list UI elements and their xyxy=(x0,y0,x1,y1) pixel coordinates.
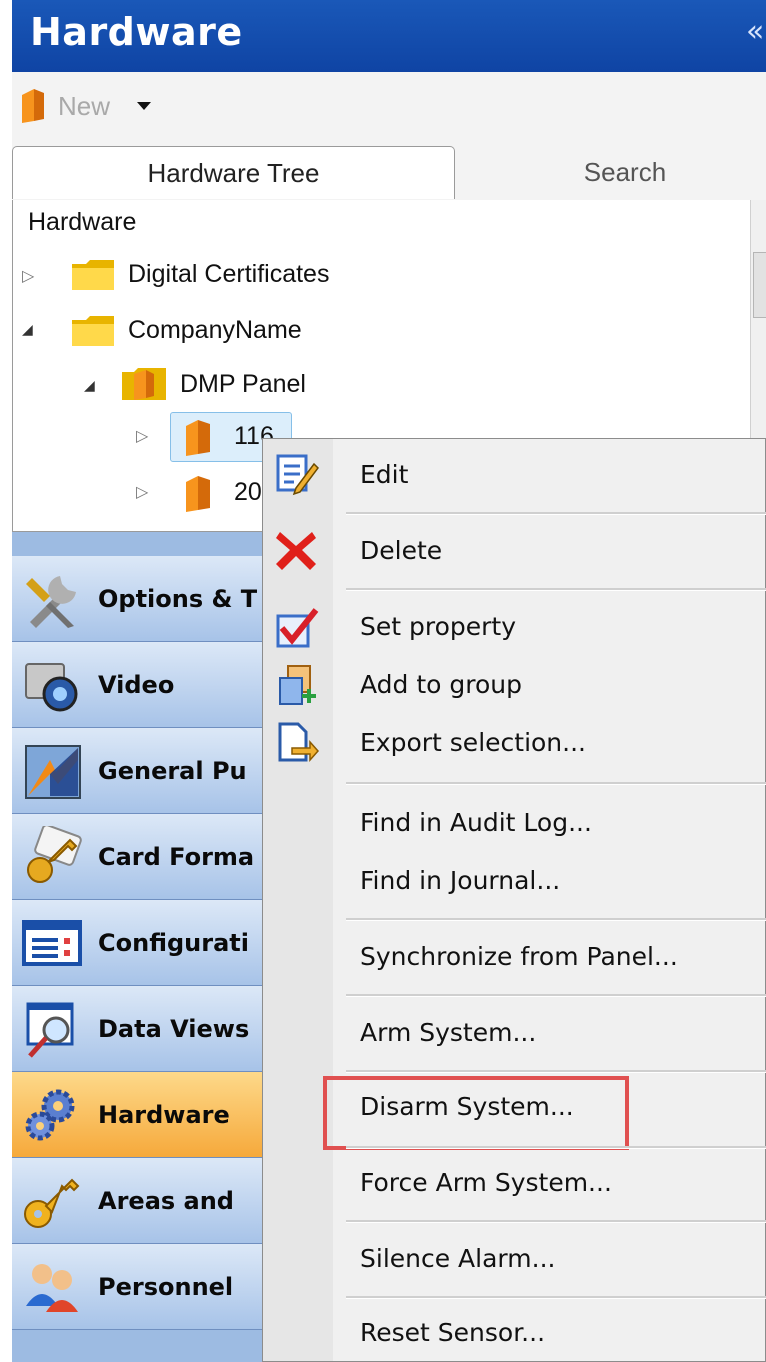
nav-item-video[interactable]: Video xyxy=(12,642,264,728)
menu-separator xyxy=(346,512,766,515)
nav-item-options[interactable]: Options & T xyxy=(12,556,264,642)
nav-item-label: Configurati xyxy=(98,928,249,957)
configuration-icon xyxy=(22,920,82,966)
nav-item-general-purpose[interactable]: General Pu xyxy=(12,728,264,814)
tree-item-20[interactable]: 20 xyxy=(234,478,262,507)
disarm-highlight-box xyxy=(323,1076,629,1150)
nav-item-label: Areas and xyxy=(98,1186,234,1215)
people-icon xyxy=(26,1264,78,1312)
menu-separator xyxy=(346,1146,766,1149)
menu-separator xyxy=(346,918,766,921)
gears-icon xyxy=(25,1089,75,1141)
menu-separator xyxy=(346,1070,766,1073)
context-menu xyxy=(262,438,766,1362)
scroll-thumb[interactable] xyxy=(753,252,766,318)
tab-search[interactable]: Search xyxy=(480,146,766,198)
delete-icon xyxy=(276,532,316,570)
collapse-panel-icon[interactable]: « xyxy=(746,14,764,49)
menu-item-find-journal[interactable]: Find in Journal... xyxy=(360,866,560,895)
nav-item-configuration[interactable]: Configurati xyxy=(12,900,264,986)
menu-separator xyxy=(346,1220,766,1223)
folder-icon xyxy=(72,316,114,346)
expand-arrow-icon[interactable]: ▷ xyxy=(22,266,34,285)
folder-icon xyxy=(72,260,114,290)
nav-item-label: Card Forma xyxy=(98,842,255,871)
nav-item-label: Video xyxy=(98,670,175,699)
menu-item-delete[interactable]: Delete xyxy=(360,536,442,565)
nav-item-label: Data Views xyxy=(98,1014,250,1043)
expand-arrow-icon[interactable]: ▷ xyxy=(136,426,148,445)
context-menu-icon-gutter xyxy=(263,439,333,1361)
camera-icon xyxy=(25,663,78,712)
new-button-label: New xyxy=(58,90,111,121)
nav-item-data-views[interactable]: Data Views xyxy=(12,986,264,1072)
tools-icon xyxy=(26,576,76,628)
panel-icon xyxy=(186,476,210,512)
panel-icon xyxy=(186,420,210,456)
caret-down-icon[interactable] xyxy=(134,100,154,112)
checkbox-icon xyxy=(276,608,319,648)
menu-item-synchronize-from-panel[interactable]: Synchronize from Panel... xyxy=(360,942,678,971)
nav-item-label: Personnel xyxy=(98,1272,234,1301)
menu-item-silence-alarm[interactable]: Silence Alarm... xyxy=(360,1244,555,1273)
menu-item-find-audit-log[interactable]: Find in Audit Log... xyxy=(360,808,592,837)
menu-separator xyxy=(346,588,766,591)
nav-item-card-formats[interactable]: Card Forma xyxy=(12,814,264,900)
nav-item-areas[interactable]: Areas and xyxy=(12,1158,264,1244)
data-views-icon xyxy=(26,1002,74,1058)
tree-item-companyname[interactable]: CompanyName xyxy=(128,316,302,345)
tree-item-digital-certificates[interactable]: Digital Certificates xyxy=(128,260,329,289)
panel-title: Hardware xyxy=(30,10,243,54)
panel-icon xyxy=(22,89,44,123)
tree-item-dmp-panel[interactable]: DMP Panel xyxy=(180,370,306,399)
menu-item-set-property[interactable]: Set property xyxy=(360,612,516,641)
tab-hardware-tree[interactable]: Hardware Tree xyxy=(12,146,455,199)
general-purpose-icon xyxy=(25,745,81,799)
card-key-icon xyxy=(27,826,82,883)
menu-item-add-to-group[interactable]: Add to group xyxy=(360,670,522,699)
nav-item-label: Options & T xyxy=(98,584,258,613)
expand-arrow-icon[interactable]: ▷ xyxy=(136,482,148,501)
nav-item-hardware[interactable]: Hardware xyxy=(12,1072,264,1158)
key-icon xyxy=(24,1178,80,1228)
menu-separator xyxy=(346,994,766,997)
menu-separator xyxy=(346,782,766,785)
export-icon xyxy=(278,722,320,762)
menu-item-reset-sensor[interactable]: Reset Sensor... xyxy=(360,1318,545,1347)
nav-item-label: General Pu xyxy=(98,756,247,785)
panel-group-icon xyxy=(122,368,166,400)
new-button[interactable]: New xyxy=(18,86,154,126)
edit-icon xyxy=(276,454,319,496)
menu-item-arm-system[interactable]: Arm System... xyxy=(360,1018,536,1047)
nav-item-personnel[interactable]: Personnel xyxy=(12,1244,264,1330)
menu-separator xyxy=(346,1296,766,1299)
menu-item-force-arm-system[interactable]: Force Arm System... xyxy=(360,1168,612,1197)
menu-item-edit[interactable]: Edit xyxy=(360,460,408,489)
collapse-arrow-icon[interactable]: ◢ xyxy=(22,322,33,338)
collapse-arrow-icon[interactable]: ◢ xyxy=(84,378,95,394)
tree-root[interactable]: Hardware xyxy=(28,208,136,237)
add-group-icon xyxy=(279,665,316,705)
nav-item-label: Hardware xyxy=(98,1100,230,1129)
menu-item-export-selection[interactable]: Export selection... xyxy=(360,728,586,757)
